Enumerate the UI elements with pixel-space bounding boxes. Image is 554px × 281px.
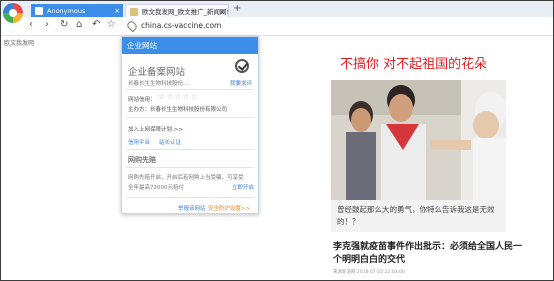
section-description-line2: 全年最高72000元赔付 bbox=[128, 185, 184, 191]
tab-strip: Anonymous × 欧文我发网_欧文推广_新闻网站 × + bbox=[1, 1, 553, 18]
close-icon[interactable]: × bbox=[114, 4, 120, 18]
divider bbox=[126, 89, 254, 90]
tab-news[interactable]: 欧文我发网_欧文推广_新闻网站 × bbox=[125, 4, 229, 18]
popup-header: 企业网站 bbox=[122, 37, 258, 54]
browser-logo-icon[interactable] bbox=[3, 3, 23, 23]
star-icon[interactable]: ☆ bbox=[107, 19, 116, 30]
verify-link[interactable]: 我要求评 bbox=[230, 79, 252, 87]
section-description-line1: 网购先赔开启，开启后若网购上当受骗，可享受 bbox=[128, 175, 244, 181]
page-icon bbox=[35, 7, 43, 15]
rating-label: 网站信用： bbox=[128, 97, 156, 103]
back-icon[interactable]: ‹ bbox=[29, 19, 33, 30]
article-headline: 不搞你 对不起祖国的花朵 bbox=[340, 57, 488, 72]
article-title[interactable]: 李克强就疫苗事件作出批示：必须给全国人民一个明明白白的交代 bbox=[333, 241, 523, 267]
tab-label: Anonymous bbox=[47, 7, 86, 15]
credit-platform-link[interactable]: 信用平台 bbox=[128, 138, 150, 146]
refresh-icon[interactable]: ↻ bbox=[60, 19, 68, 30]
popup-title: 企业备案网站 bbox=[128, 67, 186, 78]
tab-label: 欧文我发网_欧文推广_新闻网站 bbox=[142, 8, 229, 16]
open-now-link[interactable]: 立即开启 bbox=[232, 183, 254, 191]
sponsor-entity: 主办方：长春长生生物科技股份有限公司 bbox=[128, 107, 228, 113]
divider bbox=[126, 167, 254, 168]
undo-icon[interactable]: ↶ bbox=[92, 19, 100, 30]
article-photo bbox=[331, 80, 506, 200]
site-info-popup: 企业网站 企业备案网站 长春长生生物科技股份... 我要求评 网站信用： ☆☆☆… bbox=[121, 36, 259, 214]
divider bbox=[126, 149, 254, 150]
location-pin-icon[interactable] bbox=[125, 19, 139, 33]
divider bbox=[126, 197, 254, 198]
divider bbox=[126, 117, 254, 118]
section-title: 网购先赔 bbox=[128, 156, 156, 164]
forward-icon[interactable]: › bbox=[45, 19, 49, 30]
report-site-link[interactable]: 举报该网站 bbox=[178, 204, 206, 212]
verified-check-icon bbox=[235, 59, 249, 73]
address-bar[interactable]: china.cs-vaccine.com bbox=[141, 21, 221, 30]
bookmark-item[interactable]: 欧文我发网 bbox=[4, 38, 34, 47]
new-tab-button[interactable]: + bbox=[233, 3, 241, 14]
company-name-short: 长春长生生物科技股份... bbox=[128, 81, 189, 87]
page-icon bbox=[130, 8, 138, 16]
join-protection-link[interactable]: 加入上网保障计划 >> bbox=[128, 125, 183, 133]
security-settings-link[interactable]: 安全防护设置>> bbox=[208, 204, 250, 212]
navigation-bar: ‹ › ↻ ⌂ ↶ ☆ china.cs-vaccine.com bbox=[1, 17, 553, 36]
home-icon[interactable]: ⌂ bbox=[76, 19, 82, 30]
webmaster-certification-link[interactable]: 站长认证 bbox=[159, 138, 181, 146]
article-meta: 来源新浪网 2018-07-22 22:03:00 bbox=[333, 270, 405, 275]
tab-anonymous[interactable]: Anonymous × bbox=[31, 4, 123, 18]
photo-caption: 曾经鼓起那么大的勇气，你特么告诉我这是无效的！？ bbox=[337, 205, 495, 226]
rating-stars-icon: ☆☆☆☆☆ bbox=[158, 92, 199, 101]
